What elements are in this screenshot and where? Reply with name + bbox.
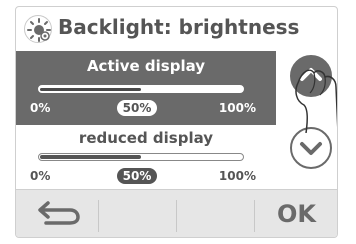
active-max-label: 100%	[218, 101, 256, 115]
active-display-scale: 0% 50% 100%	[16, 100, 276, 119]
ok-label: OK	[277, 200, 316, 228]
active-display-fill	[40, 88, 141, 91]
reduced-display-label: reduced display	[78, 129, 214, 147]
reduced-display-fill	[40, 155, 141, 159]
active-min-label: 0%	[30, 101, 51, 115]
reduced-display-slider[interactable]	[38, 153, 244, 161]
page-title: Backlight: brightness	[58, 15, 300, 39]
scroll-down-button[interactable]	[290, 127, 332, 169]
reduced-value-badge: 50%	[117, 168, 157, 184]
chevron-down-icon	[300, 142, 322, 155]
back-button[interactable]	[16, 190, 98, 237]
active-display-slider[interactable]	[38, 85, 244, 93]
brightness-icon	[24, 15, 52, 43]
ok-button[interactable]: OK	[254, 190, 337, 237]
reduced-max-label: 100%	[218, 169, 256, 183]
active-display-panel[interactable]: Active display 0% 50% 100%	[16, 51, 276, 125]
active-display-label: Active display	[86, 57, 206, 75]
brightness-screen: Backlight: brightness Active display 0% …	[15, 6, 338, 238]
reduced-display-scale: 0% 50% 100%	[16, 168, 276, 187]
header: Backlight: brightness	[16, 7, 337, 51]
footer-button-empty-1[interactable]	[98, 190, 176, 237]
reduced-min-label: 0%	[30, 169, 51, 183]
active-value-badge: 50%	[117, 100, 157, 116]
footer-bar: OK	[16, 189, 337, 237]
reduced-display-panel[interactable]: reduced display 0% 50% 100%	[16, 125, 276, 189]
footer-button-empty-2[interactable]	[176, 190, 254, 237]
back-arrow-icon	[38, 201, 80, 225]
pointing-hand-icon	[295, 69, 337, 133]
